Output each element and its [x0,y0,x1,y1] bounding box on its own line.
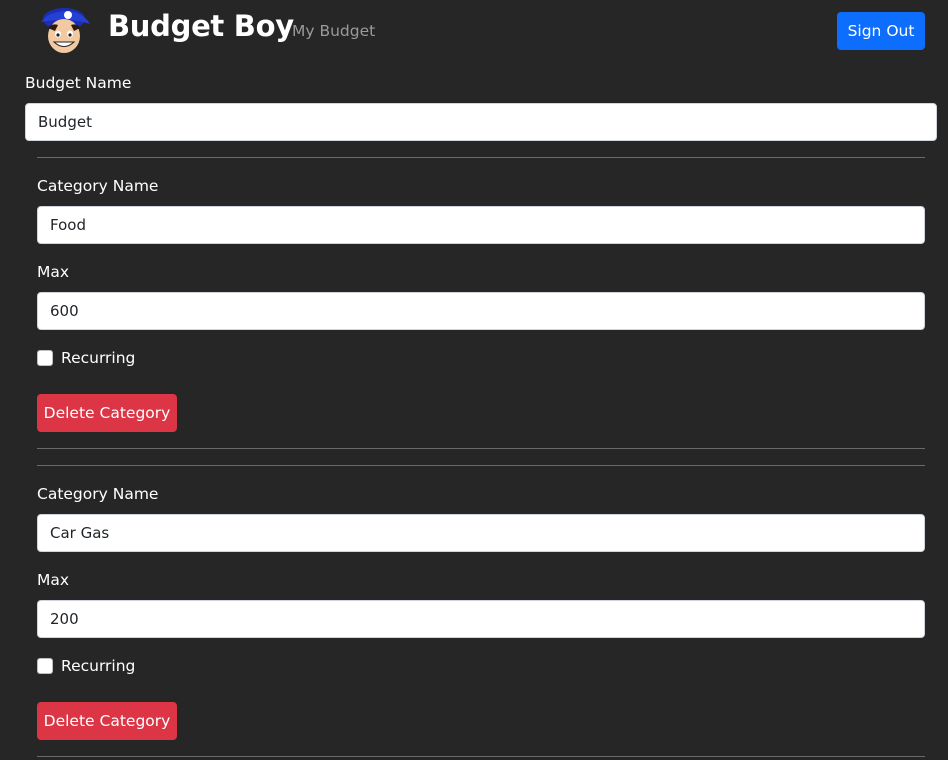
category-name-input[interactable] [37,514,925,552]
divider [37,465,925,466]
budget-name-label: Budget Name [25,74,132,92]
delete-category-button[interactable]: Delete Category [37,702,177,740]
app-brand[interactable]: Budget Boy [108,9,294,43]
divider [37,157,925,158]
budget-boy-logo-icon[interactable] [38,4,94,56]
recurring-checkbox[interactable] [37,658,53,674]
divider [37,448,925,449]
max-label: Max [37,571,70,589]
recurring-label: Recurring [61,657,136,675]
category-name-label: Category Name [37,177,159,195]
sign-out-button[interactable]: Sign Out [837,12,925,50]
delete-category-button[interactable]: Delete Category [37,394,177,432]
category-name-input[interactable] [37,206,925,244]
divider [37,756,925,757]
max-input[interactable] [37,600,925,638]
max-label: Max [37,263,70,281]
nav-link-my-budget[interactable]: My Budget [292,22,375,40]
recurring-checkbox[interactable] [37,350,53,366]
budget-name-input[interactable] [25,103,937,141]
max-input[interactable] [37,292,925,330]
category-name-label: Category Name [37,485,159,503]
recurring-label: Recurring [61,349,136,367]
navbar: Budget Boy My Budget Sign Out [0,0,948,64]
